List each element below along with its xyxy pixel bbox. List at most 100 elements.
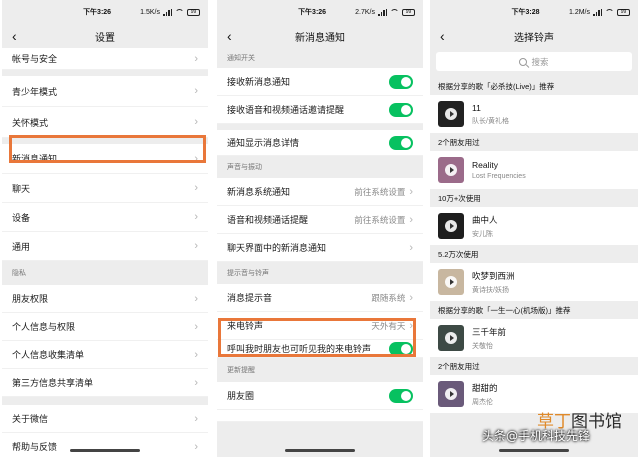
- play-icon[interactable]: [445, 388, 457, 400]
- song-artist: 周杰伦: [472, 398, 493, 406]
- network-speed: 2.7K/s: [355, 8, 375, 16]
- section-header-update: 更新提醒: [227, 367, 255, 374]
- status-bar: 下午3:26 1.5K/s 99: [2, 0, 208, 24]
- channel-watermark: 头条@手机科技先锋: [482, 429, 591, 443]
- ringtone-item[interactable]: Reality Lost Frequencies: [430, 151, 638, 189]
- settings-row-third-party-sharing[interactable]: 第三方信息共享清单 ›: [2, 369, 208, 397]
- search-input[interactable]: 搜索: [436, 52, 632, 71]
- row-ringtone-hint: 呼叫我时朋友也可听见我的来电铃声: [217, 340, 423, 358]
- row-message-tone[interactable]: 消息提示音 跟随系统 ›: [217, 284, 423, 312]
- settings-row-general[interactable]: 通用 ›: [2, 232, 208, 261]
- section-header-sound: 声音与振动: [227, 164, 262, 171]
- song-artist: 黄诗扶/妖扬: [472, 286, 509, 294]
- back-icon[interactable]: ‹: [12, 28, 17, 44]
- row-label: 语音和视频通话提醒: [227, 215, 309, 225]
- signal-icon: [378, 8, 387, 16]
- back-icon[interactable]: ‹: [227, 28, 232, 44]
- song-artist: 关敬怡: [472, 342, 493, 350]
- status-bar: 下午3:28 1.2M/s 99: [430, 0, 638, 24]
- toggle-receive-messages[interactable]: [389, 74, 413, 89]
- settings-row-about[interactable]: 关于微信 ›: [2, 405, 208, 433]
- page-title: 设置: [95, 32, 115, 44]
- ringtone-group-heading: 5.2万次使用: [438, 249, 479, 259]
- play-icon[interactable]: [445, 220, 457, 232]
- chevron-right-icon: ›: [194, 85, 198, 97]
- row-in-chat-notification[interactable]: 聊天界面中的新消息通知 ›: [217, 234, 423, 262]
- row-system-notification[interactable]: 新消息系统通知 前往系统设置 ›: [217, 178, 423, 206]
- battery-icon: 99: [402, 8, 415, 16]
- ringtone-group-heading: 2个朋友用过: [438, 137, 480, 147]
- search-placeholder: 搜索: [531, 56, 549, 67]
- album-cover[interactable]: [438, 381, 464, 407]
- album-cover[interactable]: [438, 325, 464, 351]
- play-icon[interactable]: [445, 164, 457, 176]
- settings-row-account[interactable]: 帐号与安全 ›: [2, 48, 208, 70]
- ringtone-item[interactable]: 三千年前 关敬怡: [430, 319, 638, 357]
- settings-row-new-message-notification[interactable]: 新消息通知 ›: [2, 144, 208, 174]
- toggle-call-reminder[interactable]: [389, 102, 413, 117]
- toggle-show-details[interactable]: [389, 135, 413, 150]
- ringtone-meta: 吹梦到西洲黄诗扶/妖扬: [472, 270, 515, 295]
- row-label: 关于微信: [12, 414, 49, 424]
- home-indicator[interactable]: [70, 449, 140, 452]
- settings-row-friend-permissions[interactable]: 朋友权限 ›: [2, 285, 208, 313]
- settings-row-teen-mode[interactable]: 青少年模式 ›: [2, 76, 208, 107]
- status-time: 下午3:28: [511, 9, 540, 16]
- settings-row-care-mode[interactable]: 关怀模式 ›: [2, 107, 208, 138]
- row-value: 跟随系统: [371, 292, 406, 303]
- play-icon[interactable]: [445, 108, 457, 120]
- row-call-reminder-settings[interactable]: 语音和视频通话提醒 前往系统设置 ›: [217, 206, 423, 234]
- play-icon[interactable]: [445, 332, 457, 344]
- network-speed: 1.2M/s: [568, 8, 590, 16]
- row-label: 通用: [12, 241, 31, 252]
- page-title: 选择铃声: [514, 32, 554, 44]
- ringtone-list: 根据分享的歌「必杀技(Live)」推荐 11 队长/黄礼格 2个朋友用过 Reality…: [430, 77, 638, 413]
- back-icon[interactable]: ‹: [440, 28, 445, 44]
- chevron-right-icon: ›: [194, 320, 198, 333]
- ringtone-group-heading: 2个朋友用过: [438, 361, 480, 371]
- song-artist: 队长/黄礼格: [472, 117, 509, 125]
- album-cover[interactable]: [438, 157, 464, 183]
- row-label: 帐号与安全: [12, 54, 58, 64]
- song-title: Reality: [472, 160, 498, 170]
- ringtone-item[interactable]: 吹梦到西洲黄诗扶/妖扬: [430, 263, 638, 301]
- settings-row-help[interactable]: 帮助与反馈 ›: [2, 433, 208, 457]
- home-indicator[interactable]: [285, 449, 355, 452]
- play-icon[interactable]: [445, 276, 457, 288]
- row-label: 呼叫我时朋友也可听见我的来电铃声: [227, 344, 372, 354]
- settings-row-info-collection[interactable]: 个人信息收集清单 ›: [2, 341, 208, 369]
- ringtone-picker-screen: 下午3:28 1.2M/s 99 ‹ 选择铃声 搜索 根据分享的歌「必杀技(Li…: [430, 0, 638, 457]
- settings-row-chat[interactable]: 聊天 ›: [2, 174, 208, 203]
- row-label: 第三方信息共享清单: [12, 378, 94, 388]
- section-header-privacy: 隐私: [12, 270, 26, 277]
- row-label: 设备: [12, 212, 31, 223]
- row-label: 个人信息收集清单: [12, 350, 85, 360]
- row-label: 新消息通知: [12, 154, 58, 164]
- row-value: 天外有天: [371, 320, 406, 331]
- section-header-switches: 通知开关: [227, 55, 255, 62]
- toggle-friends-hear-ringtone[interactable]: [389, 341, 413, 356]
- song-title: 三千年前: [472, 326, 507, 337]
- row-label: 聊天界面中的新消息通知: [227, 243, 327, 253]
- album-cover[interactable]: [438, 213, 464, 239]
- home-indicator[interactable]: [499, 449, 569, 452]
- toggle-moments[interactable]: [389, 388, 413, 403]
- ringtone-meta: 11 队长/黄礼格: [472, 103, 509, 126]
- row-value: 前往系统设置: [354, 214, 406, 225]
- song-title: 11: [472, 102, 481, 113]
- chevron-right-icon: ›: [194, 440, 198, 453]
- ringtone-item[interactable]: 曲中人 安儿陈: [430, 207, 638, 245]
- row-label: 消息提示音: [227, 293, 273, 303]
- chevron-right-icon: ›: [194, 412, 198, 425]
- chevron-right-icon: ›: [194, 292, 198, 305]
- album-cover[interactable]: [438, 101, 464, 127]
- row-incoming-ringtone[interactable]: 来电铃声 天外有天 ›: [217, 312, 423, 340]
- settings-row-personal-info[interactable]: 个人信息与权限 ›: [2, 313, 208, 341]
- row-receive-new-messages: 接收新消息通知: [217, 68, 423, 96]
- chevron-right-icon: ›: [409, 185, 413, 198]
- album-cover[interactable]: [438, 269, 464, 295]
- chevron-right-icon: ›: [194, 152, 198, 165]
- settings-row-device[interactable]: 设备 ›: [2, 203, 208, 232]
- ringtone-item[interactable]: 11 队长/黄礼格: [430, 95, 638, 133]
- song-title: 吹梦到西洲: [472, 270, 515, 281]
